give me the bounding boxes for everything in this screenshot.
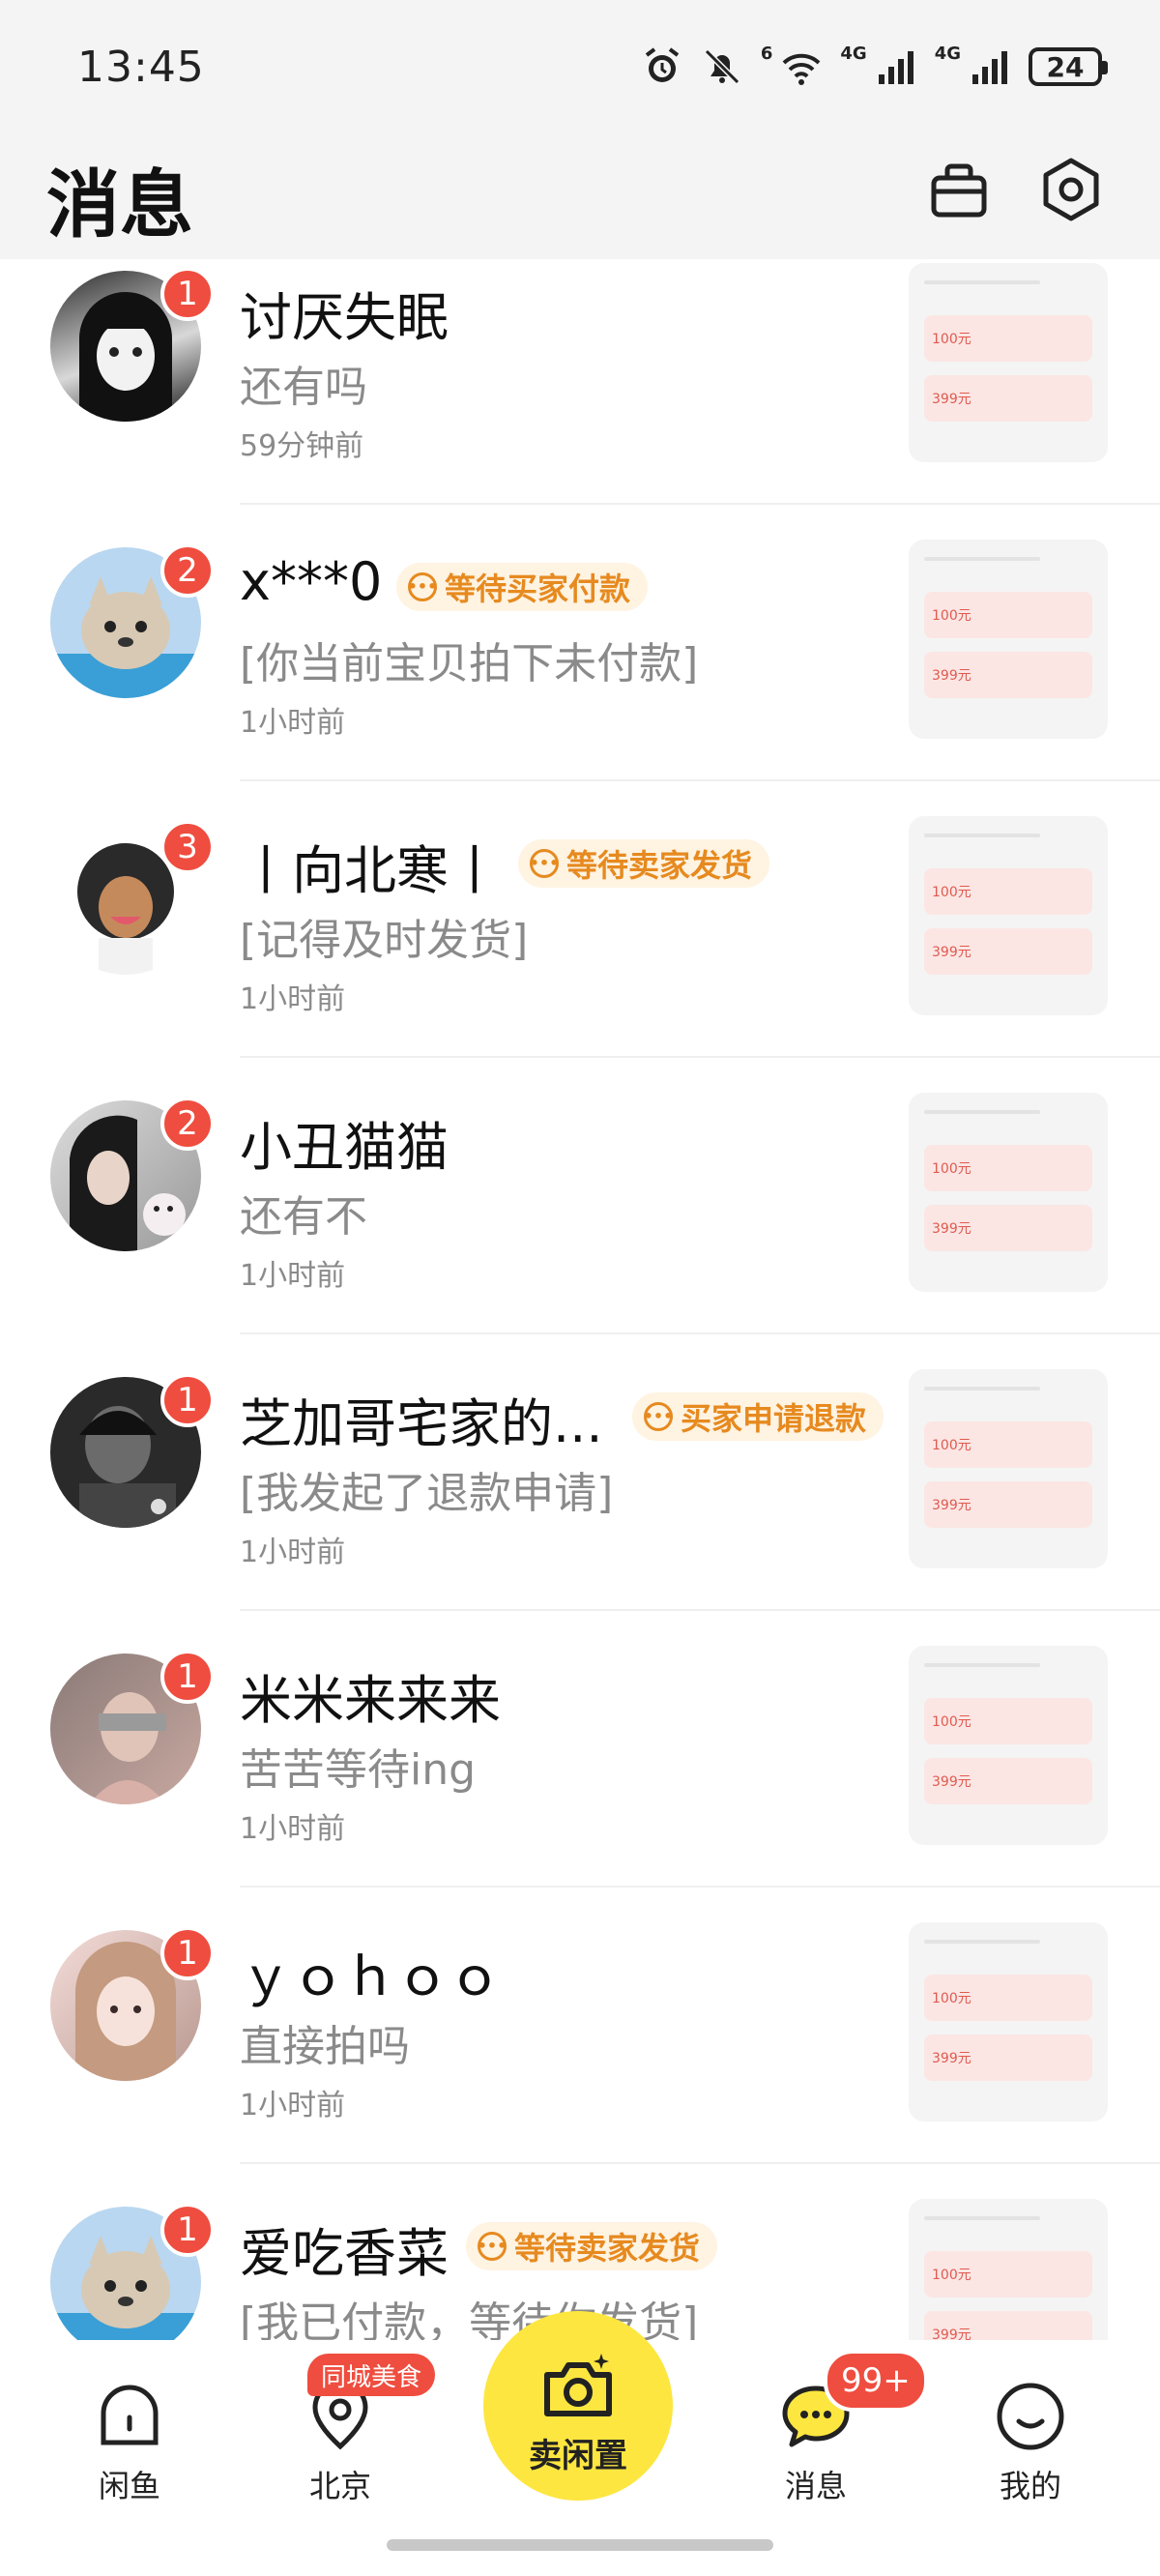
conversation-row[interactable]: 2 x***0 ••• 等待买家付款 [你当前宝贝拍下未付款] 1小时前 100… bbox=[0, 536, 1160, 812]
conversation-row[interactable]: 1 ｙｏｈｏｏ 直接拍吗 1小时前 100元 399元 bbox=[0, 1918, 1160, 2195]
message-time: 1小时前 bbox=[240, 982, 346, 1016]
last-message: [你当前宝贝拍下未付款] bbox=[240, 639, 699, 688]
row-divider bbox=[240, 503, 1160, 505]
last-message: [记得及时发货] bbox=[240, 916, 529, 965]
signal-icon bbox=[878, 51, 914, 84]
smile-icon bbox=[997, 2383, 1064, 2450]
contact-name: ｙｏｈｏｏ bbox=[240, 1947, 501, 2007]
unread-badge: 1 bbox=[160, 2203, 215, 2257]
battery-level: 24 bbox=[1046, 50, 1085, 83]
nav-me[interactable]: 我的 bbox=[963, 2379, 1098, 2506]
last-message: 还有不 bbox=[240, 1192, 367, 1242]
last-message: 直接拍吗 bbox=[240, 2022, 410, 2071]
home-indicator[interactable] bbox=[387, 2539, 773, 2551]
messages-badge: 99+ bbox=[824, 2350, 928, 2412]
contact-name: x***0 bbox=[240, 551, 383, 612]
unread-badge: 2 bbox=[160, 1097, 215, 1151]
order-status-text: 买家申请退款 bbox=[681, 1400, 867, 1437]
contact-name: 丨向北寒丨 bbox=[240, 840, 501, 901]
home-icon bbox=[101, 2385, 159, 2445]
row-divider bbox=[240, 2162, 1160, 2164]
more-dots-icon: ••• bbox=[478, 2232, 507, 2261]
last-message: 苦苦等待ing bbox=[240, 1745, 477, 1795]
contact-name: 小丑猫猫 bbox=[240, 1117, 449, 1178]
item-thumbnail[interactable]: 100元 399元 bbox=[909, 1093, 1108, 1292]
last-message: [我发起了退款申请] bbox=[240, 1469, 614, 1518]
order-status-text: 等待卖家发货 bbox=[566, 847, 753, 884]
last-message: 还有吗 bbox=[240, 363, 367, 412]
order-status-tag: ••• 等待卖家发货 bbox=[518, 839, 770, 888]
unread-badge: 1 bbox=[160, 267, 215, 321]
settings-icon[interactable] bbox=[1036, 155, 1106, 224]
city-food-badge: 同城美食 bbox=[307, 2354, 436, 2396]
alarm-icon bbox=[645, 47, 680, 82]
item-thumbnail[interactable]: 100元 399元 bbox=[909, 816, 1108, 1015]
row-divider bbox=[240, 1332, 1160, 1334]
bag-icon[interactable] bbox=[924, 155, 994, 224]
message-time: 59分钟前 bbox=[240, 429, 364, 463]
nav-messages-label: 消息 bbox=[784, 2468, 847, 2504]
item-thumbnail[interactable]: 100元 399元 bbox=[909, 263, 1108, 462]
message-time: 1小时前 bbox=[240, 1812, 346, 1846]
page-title: 消息 bbox=[46, 161, 193, 248]
message-time: 1小时前 bbox=[240, 2089, 346, 2122]
signal-icon bbox=[972, 51, 1007, 84]
contact-name: 讨厌失眠 bbox=[240, 287, 449, 348]
more-dots-icon: ••• bbox=[408, 572, 437, 601]
item-thumbnail[interactable]: 100元 399元 bbox=[909, 1646, 1108, 1845]
conversation-row[interactable]: 1 讨厌失眠 还有吗 59分钟前 100元 399元 bbox=[0, 259, 1160, 536]
network-type-1: 4G bbox=[840, 43, 867, 64]
order-status-text: 等待卖家发货 bbox=[514, 2230, 701, 2267]
status-time: 13:45 bbox=[77, 43, 205, 92]
unread-badge: 1 bbox=[160, 1650, 215, 1704]
network-type-2: 4G bbox=[934, 43, 961, 64]
unread-badge: 2 bbox=[160, 543, 215, 598]
conversation-row[interactable]: 1 米米来来来 苦苦等待ing 1小时前 100元 399元 bbox=[0, 1642, 1160, 1918]
order-status-tag: ••• 等待卖家发货 bbox=[466, 2222, 718, 2270]
nav-home[interactable]: 闲鱼 bbox=[62, 2379, 197, 2506]
battery-icon: 24 bbox=[1029, 47, 1108, 86]
more-dots-icon: ••• bbox=[644, 1402, 673, 1431]
row-divider bbox=[240, 1886, 1160, 1888]
item-thumbnail[interactable]: 100元 399元 bbox=[909, 1922, 1108, 2122]
bell-off-icon bbox=[704, 48, 740, 85]
wifi-icon bbox=[782, 53, 821, 85]
conversation-row[interactable]: 2 小丑猫猫 还有不 1小时前 100元 399元 bbox=[0, 1089, 1160, 1365]
unread-badge: 1 bbox=[160, 1373, 215, 1427]
conversation-row[interactable]: 3 丨向北寒丨 ••• 等待卖家发货 [记得及时发货] 1小时前 100元 39… bbox=[0, 812, 1160, 1089]
top-bar: 13:45 6 4G 4G 24 消息 bbox=[0, 0, 1160, 259]
row-divider bbox=[240, 779, 1160, 781]
order-status-text: 等待买家付款 bbox=[445, 571, 631, 607]
message-time: 1小时前 bbox=[240, 706, 346, 740]
sell-button[interactable]: 卖闲置 bbox=[483, 2311, 673, 2501]
row-divider bbox=[240, 1609, 1160, 1611]
contact-name: 爱吃香菜 bbox=[240, 2223, 449, 2284]
sell-label: 卖闲置 bbox=[529, 2437, 627, 2475]
order-status-tag: ••• 买家申请退款 bbox=[632, 1392, 884, 1441]
nav-city[interactable]: 北京 bbox=[273, 2379, 408, 2506]
wifi-tag: 6 bbox=[760, 43, 773, 64]
more-dots-icon: ••• bbox=[530, 849, 559, 878]
row-divider bbox=[240, 1056, 1160, 1058]
message-time: 1小时前 bbox=[240, 1259, 346, 1293]
unread-badge: 1 bbox=[160, 1926, 215, 1980]
order-status-tag: ••• 等待买家付款 bbox=[396, 563, 649, 611]
status-icons: 6 4G 4G 24 bbox=[641, 41, 1108, 93]
nav-city-label: 北京 bbox=[308, 2468, 371, 2504]
conversation-row[interactable]: 1 芝加哥宅家的... ••• 买家申请退款 [我发起了退款申请] 1小时前 1… bbox=[0, 1365, 1160, 1642]
contact-name: 米米来来来 bbox=[240, 1670, 501, 1731]
contact-name: 芝加哥宅家的... bbox=[240, 1393, 603, 1454]
nav-me-label: 我的 bbox=[999, 2468, 1061, 2504]
message-time: 1小时前 bbox=[240, 1536, 346, 1569]
unread-badge: 3 bbox=[160, 820, 215, 874]
item-thumbnail[interactable]: 100元 399元 bbox=[909, 1369, 1108, 1568]
item-thumbnail[interactable]: 100元 399元 bbox=[909, 540, 1108, 739]
camera-icon bbox=[544, 2354, 612, 2416]
nav-home-label: 闲鱼 bbox=[98, 2468, 160, 2504]
